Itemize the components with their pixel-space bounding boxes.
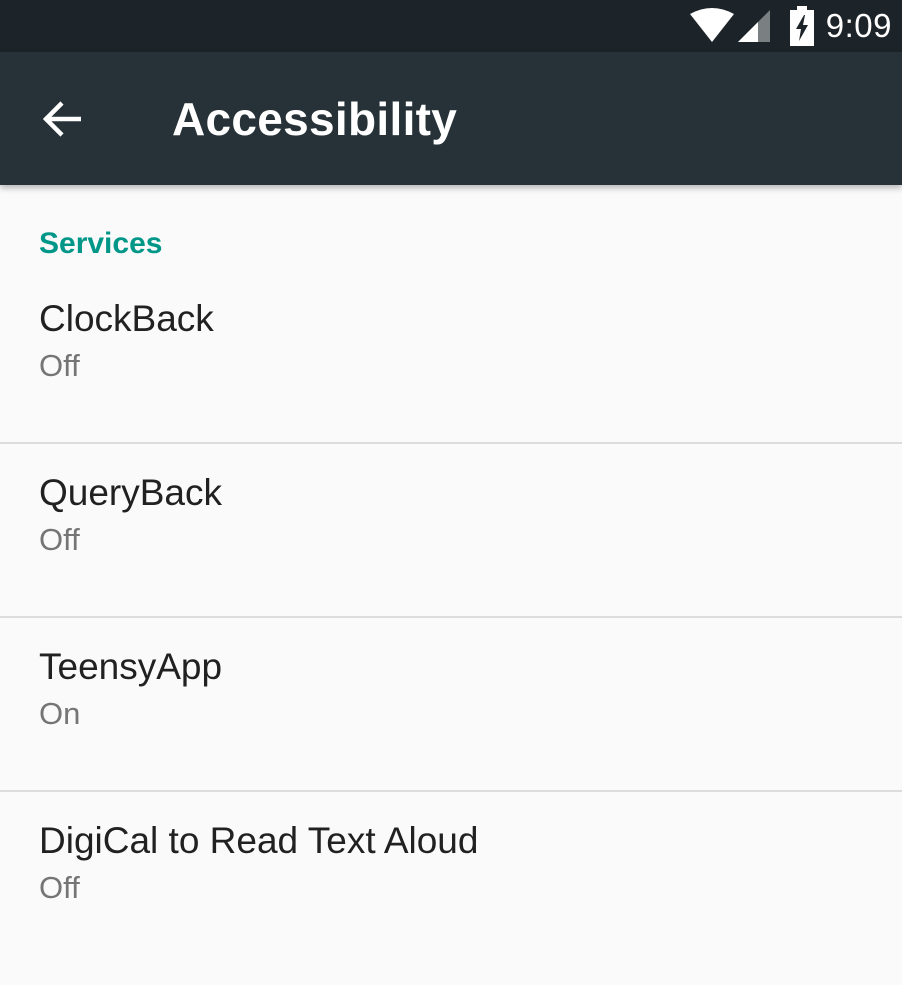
cell-signal-icon bbox=[736, 8, 772, 44]
service-title: QueryBack bbox=[39, 472, 223, 513]
page-title: Accessibility bbox=[172, 93, 458, 145]
service-title: TeensyApp bbox=[39, 646, 223, 687]
app-bar: Accessibility bbox=[0, 52, 902, 185]
settings-screen: 9:09 Accessibility Services ClockBack Of… bbox=[0, 0, 902, 985]
service-status: Off bbox=[39, 522, 80, 557]
service-status: Off bbox=[39, 348, 80, 383]
service-status: On bbox=[39, 696, 81, 731]
status-icons: 9:09 bbox=[689, 0, 892, 52]
service-item-clockback[interactable]: ClockBack Off bbox=[0, 270, 902, 444]
services-list: ClockBack Off QueryBack Off TeensyApp On… bbox=[0, 270, 902, 966]
wifi-icon bbox=[689, 8, 734, 44]
status-bar: 9:09 bbox=[0, 0, 902, 52]
battery-charging-icon bbox=[789, 6, 814, 46]
service-title: ClockBack bbox=[39, 298, 214, 339]
service-item-digical[interactable]: DigiCal to Read Text Aloud Off bbox=[0, 792, 902, 966]
service-item-teensyapp[interactable]: TeensyApp On bbox=[0, 618, 902, 792]
back-button[interactable] bbox=[30, 88, 96, 154]
section-header-services: Services bbox=[39, 227, 163, 260]
service-status: Off bbox=[39, 870, 80, 905]
status-time: 9:09 bbox=[825, 7, 892, 44]
service-item-queryback[interactable]: QueryBack Off bbox=[0, 444, 902, 618]
arrow-back-icon bbox=[42, 100, 83, 142]
service-title: DigiCal to Read Text Aloud bbox=[39, 820, 479, 861]
